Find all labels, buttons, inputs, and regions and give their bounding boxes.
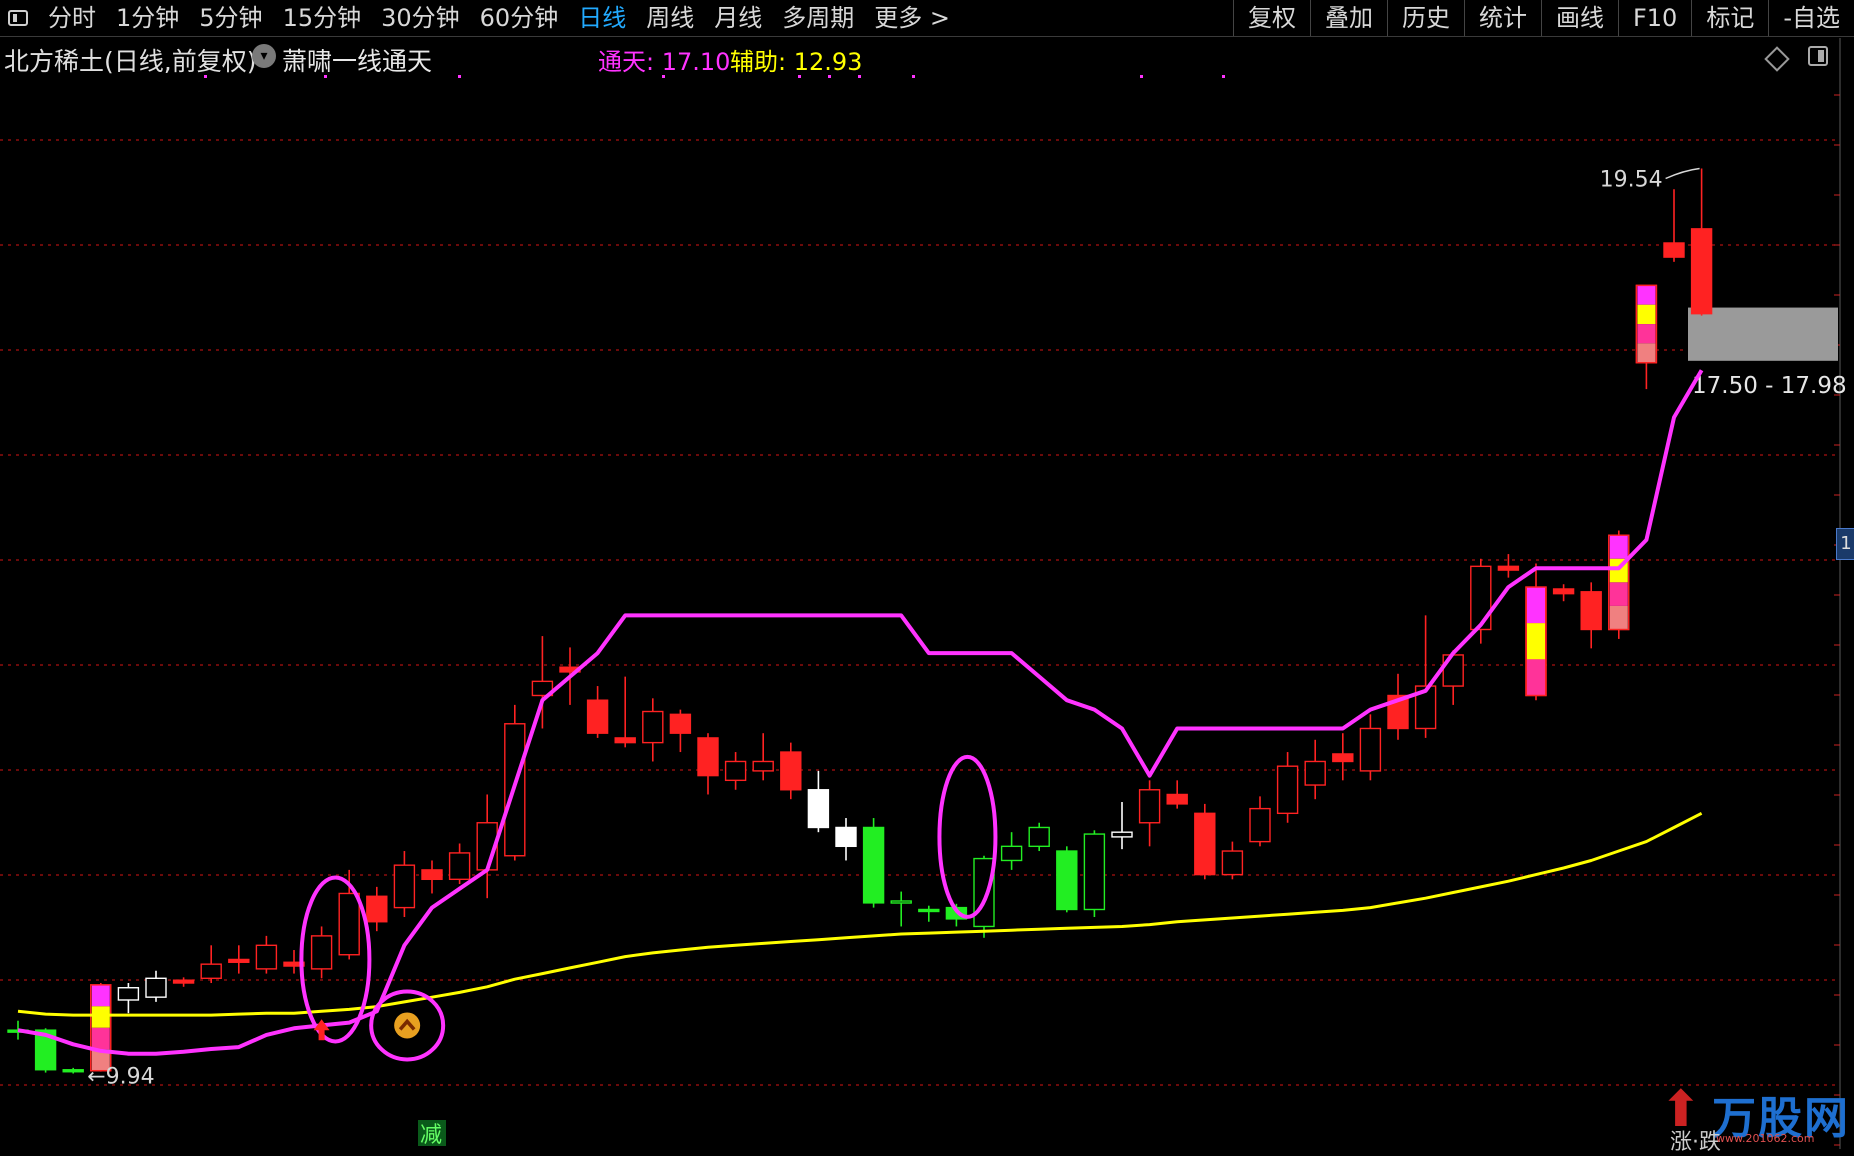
highlight-ellipse-3	[937, 754, 998, 919]
candle-body	[1359, 727, 1382, 772]
candle-body	[642, 710, 664, 744]
candle-body	[1138, 789, 1161, 824]
signal-dot	[1222, 75, 1225, 78]
candle-body	[1194, 812, 1216, 876]
candle-body	[1056, 850, 1078, 911]
signal-bar-segment	[91, 984, 110, 1007]
signal-dot	[798, 75, 801, 78]
candle-body	[780, 751, 802, 791]
candle-body	[421, 869, 443, 881]
buy-signal-icon	[394, 1012, 421, 1039]
signal-dot	[204, 75, 207, 78]
candle-body	[1497, 565, 1520, 571]
watermark-sub: 涨·跌	[1670, 1130, 1721, 1155]
kline-chart[interactable]: 17.50 - 17.98 19.54 ←9.94 减	[0, 0, 1854, 1149]
signal-bar-segment	[1609, 582, 1628, 606]
signal-bar-segment	[91, 1006, 110, 1028]
signal-bar-segment	[1637, 324, 1656, 344]
side-tab[interactable]: 1	[1836, 528, 1854, 560]
candle-body	[1028, 826, 1050, 848]
signal-bar-segment	[91, 1027, 110, 1050]
price-zone-label: 17.50 - 17.98	[1692, 373, 1847, 399]
candle-body	[366, 895, 388, 923]
candle-body	[669, 713, 692, 734]
signal-bar-segment	[1609, 535, 1628, 559]
high-price-label: 19.54	[1600, 168, 1663, 193]
candle-body	[1690, 228, 1713, 315]
signal-bar-segment	[1637, 285, 1656, 305]
candle-body	[1332, 753, 1354, 763]
candle-body	[145, 977, 167, 998]
candle-body	[918, 908, 940, 913]
candle-body	[862, 826, 885, 904]
candle-body	[172, 979, 195, 984]
candle-body	[200, 963, 222, 980]
candle-body	[1663, 242, 1685, 258]
signal-bar-segment	[1637, 304, 1656, 325]
fuzhu-line	[17, 811, 1703, 1017]
signal-dot	[662, 75, 665, 78]
low-price-label: ←9.94	[87, 1065, 154, 1090]
signal-dot	[828, 75, 831, 78]
candle-body	[1276, 765, 1299, 815]
signal-bar-segment	[1527, 659, 1545, 696]
signal-dot	[1140, 75, 1143, 78]
candle-body	[614, 737, 636, 744]
high-pointer	[1665, 167, 1700, 180]
candle-body	[448, 852, 471, 881]
watermark-logo: ⬆ 万股网 涨·跌 www.201062.com	[1660, 1078, 1850, 1155]
candle-body	[1249, 807, 1271, 843]
signal-bar-segment	[1637, 343, 1656, 363]
signal-bar-segment	[1609, 605, 1628, 630]
candle-body	[1083, 833, 1106, 911]
candle-body	[1111, 831, 1133, 838]
candle-body	[835, 826, 857, 848]
signal-dot	[458, 75, 461, 78]
candle-body	[1552, 588, 1575, 595]
watermark-url: www.201062.com	[1716, 1132, 1815, 1145]
signal-dot	[912, 75, 915, 78]
candle-body	[393, 864, 416, 909]
candle-body	[697, 737, 719, 777]
signal-bar-segment	[1527, 623, 1545, 660]
candle-body	[1580, 591, 1602, 631]
candle-body	[752, 760, 774, 772]
candle-body	[807, 789, 830, 829]
signal-dot	[858, 75, 861, 78]
candle-body	[1166, 793, 1188, 805]
candle-body	[724, 760, 747, 782]
candle-body	[586, 699, 609, 734]
candle-body	[62, 1069, 84, 1073]
candle-body	[890, 900, 912, 904]
price-zone-box	[1688, 307, 1838, 361]
signal-dot	[324, 75, 327, 78]
candle-body	[1000, 845, 1023, 862]
sell-marker-label: 减	[420, 1123, 442, 1148]
candle-body	[255, 944, 278, 970]
candle-body	[117, 987, 140, 1001]
candle-body	[228, 958, 250, 963]
candle-body	[310, 935, 333, 970]
candle-body	[1221, 850, 1244, 876]
candle-body	[1470, 565, 1492, 631]
candle-body	[973, 857, 995, 928]
signal-bar-segment	[1527, 587, 1545, 624]
candle-body	[338, 892, 360, 956]
candle-body	[1304, 760, 1326, 786]
